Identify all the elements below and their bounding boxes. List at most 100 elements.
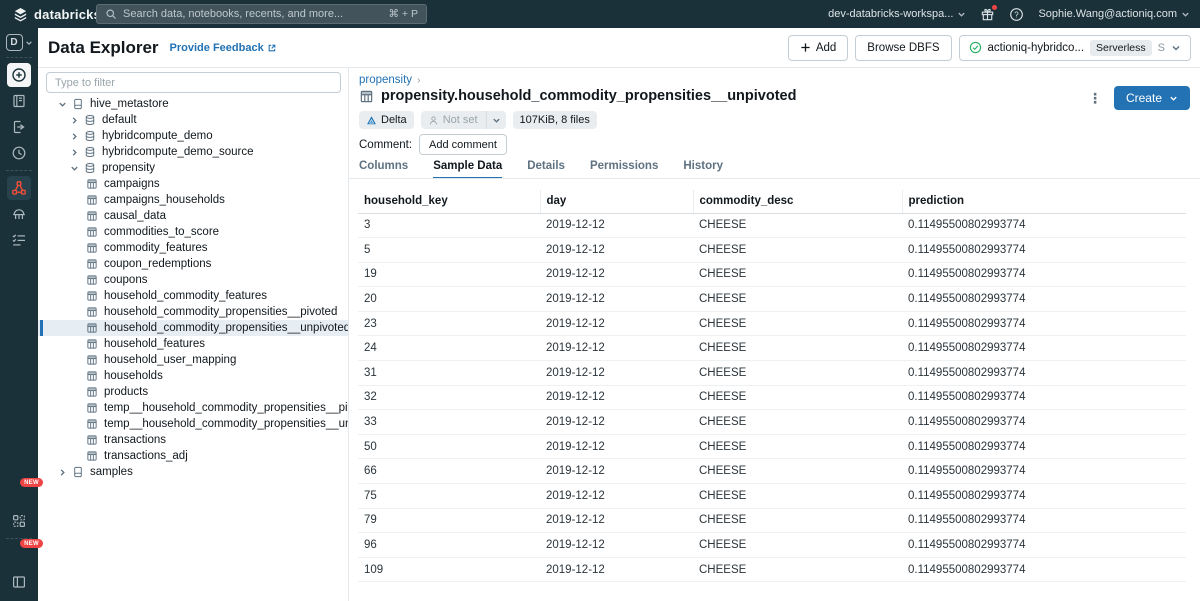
browse-dbfs-button[interactable]: Browse DBFS: [855, 35, 951, 61]
person-icon: [428, 115, 439, 126]
top-bar: databricks Search data, notebooks, recen…: [0, 0, 1200, 28]
global-search-input[interactable]: Search data, notebooks, recents, and mor…: [96, 4, 427, 24]
kebab-menu-icon[interactable]: ⋮: [1088, 91, 1102, 105]
chevron-right-icon[interactable]: [58, 468, 67, 477]
whats-new-button[interactable]: [980, 7, 995, 22]
add-comment-button[interactable]: Add comment: [419, 134, 507, 155]
chevron-down-icon: [957, 10, 966, 19]
provide-feedback-link[interactable]: Provide Feedback: [170, 42, 277, 54]
cluster-name: actioniq-hybridco...: [988, 42, 1085, 54]
tree-item-products[interactable]: products: [38, 384, 349, 400]
chevron-right-icon[interactable]: [70, 116, 79, 125]
tree-item-hybridcompute_demo[interactable]: hybridcompute_demo: [38, 128, 349, 144]
databricks-logo[interactable]: databricks: [0, 7, 96, 22]
tree-item-household_user_mapping[interactable]: household_user_mapping: [38, 352, 349, 368]
tree-item-causal_data[interactable]: causal_data: [38, 208, 349, 224]
tree-item-campaigns[interactable]: campaigns: [38, 176, 349, 192]
tree-filter-input[interactable]: [46, 72, 341, 93]
main-content: propensity › propensity.household_commod…: [349, 68, 1200, 601]
tree-item-label: temp__household_commodity_propensities__…: [104, 418, 349, 430]
tree-item-label: households: [104, 370, 163, 382]
schema-icon: [84, 130, 96, 142]
rail-bottom-group: NEW NEW: [0, 482, 38, 601]
table-cell: CHEESE: [693, 262, 902, 287]
table-cell: 2019-12-12: [540, 557, 693, 582]
workflows-nav[interactable]: [7, 228, 31, 252]
workspace-nav[interactable]: [7, 89, 31, 113]
recents-nav[interactable]: [7, 141, 31, 165]
tree-item-temp__household_commodity_propensities__pivoted[interactable]: temp__household_commodity_propensities__…: [38, 400, 349, 416]
repos-nav[interactable]: [7, 115, 31, 139]
create-button[interactable]: Create: [1114, 86, 1190, 110]
rail-divider: [6, 57, 32, 58]
help-icon: ?: [1009, 7, 1024, 22]
tree-item-transactions[interactable]: transactions: [38, 432, 349, 448]
table-row: 792019-12-12CHEESE0.11495500802993774: [358, 508, 1186, 533]
tree-item-samples[interactable]: samples: [38, 464, 349, 480]
table-icon: [86, 242, 98, 254]
panel-toggle[interactable]: [7, 570, 31, 594]
table-cell: 33: [358, 410, 540, 435]
persona-switcher[interactable]: D: [6, 34, 33, 51]
tree-item-household_commodity_propensities__pivoted[interactable]: household_commodity_propensities__pivote…: [38, 304, 349, 320]
add-button[interactable]: Add: [788, 35, 848, 61]
data-nav[interactable]: [7, 176, 31, 200]
table-cell: 19: [358, 262, 540, 287]
chevron-right-icon[interactable]: [70, 132, 79, 141]
table-cell: 50: [358, 434, 540, 459]
tree-item-hybridcompute_demo_source[interactable]: hybridcompute_demo_source: [38, 144, 349, 160]
table-row: 962019-12-12CHEESE0.11495500802993774: [358, 533, 1186, 558]
tree-item-label: hybridcompute_demo: [102, 130, 213, 142]
chevron-right-icon[interactable]: [70, 148, 79, 157]
table-row: 232019-12-12CHEESE0.11495500802993774: [358, 311, 1186, 336]
tab-columns[interactable]: Columns: [359, 160, 408, 178]
table-cell: 0.11495500802993774: [902, 459, 1186, 484]
owner-badge[interactable]: Not set: [421, 111, 506, 129]
chevron-down-icon[interactable]: [58, 100, 67, 109]
catalog-tree: hive_metastoredefault hybridcompute_demoh…: [38, 96, 349, 480]
table-cell: 0.11495500802993774: [902, 410, 1186, 435]
tree-item-commodities_to_score[interactable]: commodities_to_score: [38, 224, 349, 240]
tree-item-default[interactable]: default: [38, 112, 349, 128]
table-cell: 2019-12-12: [540, 533, 693, 558]
serving-nav[interactable]: NEW: [7, 544, 31, 568]
tree-item-household_commodity_features[interactable]: household_commodity_features: [38, 288, 349, 304]
user-menu[interactable]: Sophie.Wang@actioniq.com: [1038, 8, 1190, 20]
table-cell: 24: [358, 336, 540, 361]
tab-history[interactable]: History: [683, 160, 723, 178]
partner-connect-nav[interactable]: [7, 509, 31, 533]
chevron-down-icon[interactable]: [70, 164, 79, 173]
tree-item-household_commodity_propensities__unpivoted[interactable]: household_commodity_propensities__unpivo…: [38, 320, 349, 336]
tree-item-campaigns_households[interactable]: campaigns_households: [38, 192, 349, 208]
table-icon: [86, 338, 98, 350]
table-cell: 2019-12-12: [540, 287, 693, 312]
tree-item-hive_metastore[interactable]: hive_metastore: [38, 96, 349, 112]
tab-sample-data[interactable]: Sample Data: [433, 160, 502, 178]
size-badge-label: 107KiB, 8 files: [520, 114, 590, 126]
persona-letter: D: [6, 34, 23, 51]
new-button[interactable]: [7, 63, 31, 87]
table-cell: CHEESE: [693, 410, 902, 435]
breadcrumb-schema-link[interactable]: propensity: [359, 74, 412, 86]
tree-item-households[interactable]: households: [38, 368, 349, 384]
table-cell: 2019-12-12: [540, 213, 693, 238]
tree-item-coupon_redemptions[interactable]: coupon_redemptions: [38, 256, 349, 272]
workspace-switcher[interactable]: dev-databricks-workspa...: [828, 8, 966, 20]
tree-item-household_features[interactable]: household_features: [38, 336, 349, 352]
tree-item-coupons[interactable]: coupons: [38, 272, 349, 288]
cluster-selector[interactable]: actioniq-hybridco... Serverless S: [959, 35, 1191, 61]
marketplace-nav[interactable]: NEW: [7, 483, 31, 507]
tree-item-temp__household_commodity_propensities__unpivoted[interactable]: temp__household_commodity_propensities__…: [38, 416, 349, 432]
tab-details[interactable]: Details: [527, 160, 565, 178]
tree-item-label: household_commodity_features: [104, 290, 267, 302]
catalog-icon: [72, 466, 84, 478]
tree-item-commodity_features[interactable]: commodity_features: [38, 240, 349, 256]
help-button[interactable]: ?: [1009, 7, 1024, 22]
tree-item-transactions_adj[interactable]: transactions_adj: [38, 448, 349, 464]
tree-item-propensity[interactable]: propensity: [38, 160, 349, 176]
browse-dbfs-label: Browse DBFS: [867, 42, 939, 54]
tab-permissions[interactable]: Permissions: [590, 160, 658, 178]
table-cell: 2019-12-12: [540, 385, 693, 410]
chevron-down-icon: [1171, 43, 1181, 53]
compute-nav[interactable]: [7, 202, 31, 226]
